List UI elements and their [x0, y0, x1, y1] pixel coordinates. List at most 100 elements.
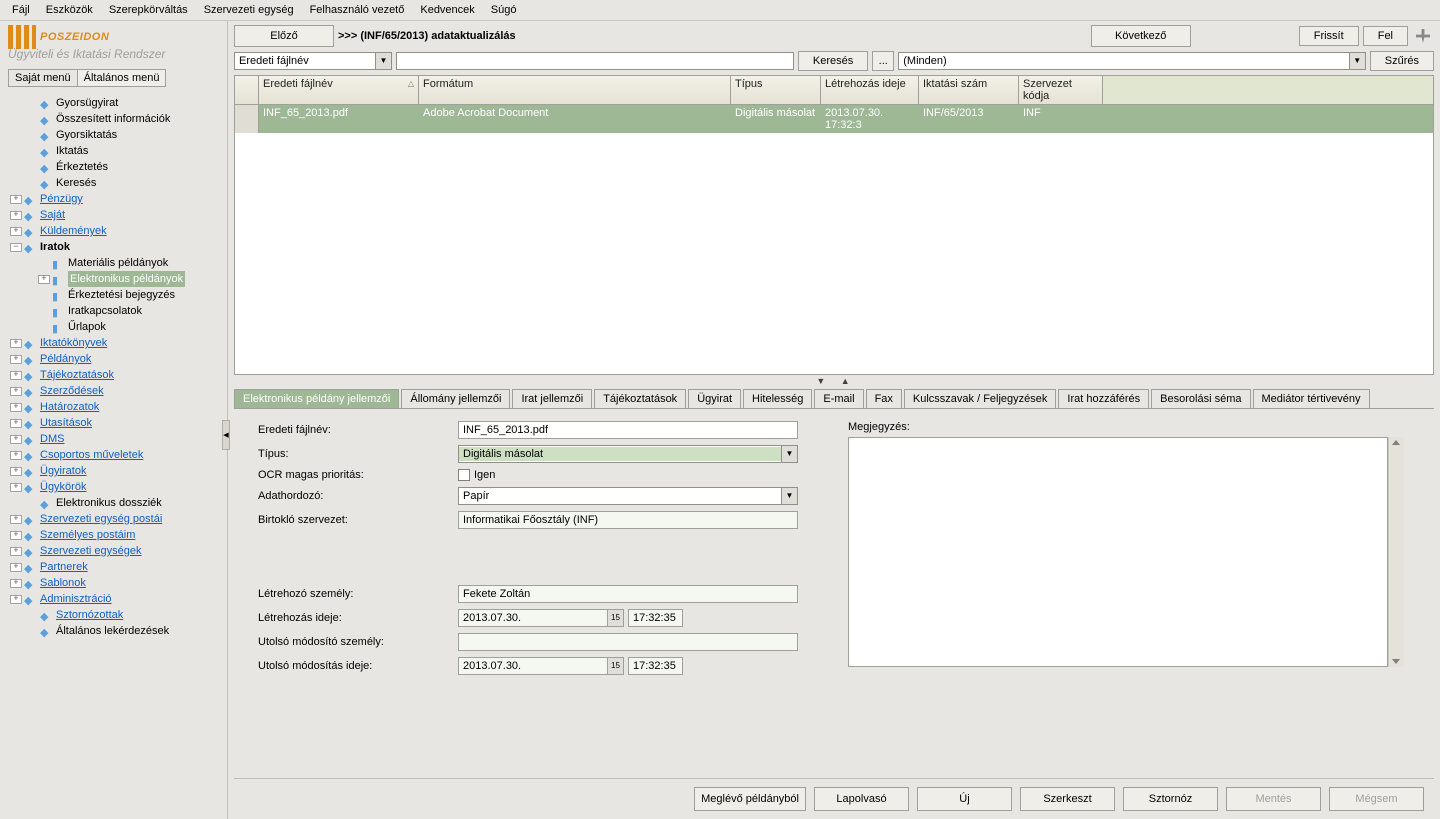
tree-item[interactable]: +◆Csoportos műveletek	[4, 447, 223, 463]
menu-userlead[interactable]: Felhasználó vezető	[302, 2, 413, 18]
tree-item[interactable]: +◆Határozatok	[4, 399, 223, 415]
tree-item[interactable]: ▮Űrlapok	[4, 319, 223, 335]
search-field-input[interactable]	[235, 53, 375, 69]
tree-item[interactable]: +◆DMS	[4, 431, 223, 447]
tree-item[interactable]: +◆Utasítások	[4, 415, 223, 431]
search-button[interactable]: Keresés	[798, 51, 868, 71]
expand-icon[interactable]: +	[10, 435, 22, 444]
tree-item[interactable]: +◆Saját	[4, 207, 223, 223]
pin-icon[interactable]	[1416, 29, 1430, 43]
menu-favorites[interactable]: Kedvencek	[412, 2, 482, 18]
tree-item[interactable]: +◆Szervezeti egységek	[4, 543, 223, 559]
expand-icon[interactable]: +	[10, 355, 22, 364]
expand-icon[interactable]: +	[10, 371, 22, 380]
calendar-icon[interactable]: 15	[608, 609, 624, 627]
tree-item[interactable]: +◆Partnerek	[4, 559, 223, 575]
detail-tab[interactable]: Kulcsszavak / Feljegyzések	[904, 389, 1057, 408]
expand-icon[interactable]: +	[10, 483, 22, 492]
new-button[interactable]: Új	[917, 787, 1012, 811]
chevron-down-icon[interactable]: ▼	[1349, 53, 1365, 69]
tree-item[interactable]: ◆Összesített információk	[4, 111, 223, 127]
expand-icon[interactable]: +	[10, 595, 22, 604]
tree-item[interactable]: ◆Érkeztetés	[4, 159, 223, 175]
expand-icon[interactable]: +	[10, 547, 22, 556]
tree-item[interactable]: ◆Gyorsiktatás	[4, 127, 223, 143]
tree-item[interactable]: +◆Iktatókönyvek	[4, 335, 223, 351]
tree-item[interactable]: +◆Szerződések	[4, 383, 223, 399]
expand-icon[interactable]: +	[10, 467, 22, 476]
expand-icon[interactable]: +	[10, 387, 22, 396]
tree-item[interactable]: +◆Szervezeti egység postái	[4, 511, 223, 527]
expand-icon[interactable]: +	[10, 563, 22, 572]
sidebar-collapse-handle[interactable]: ◀	[222, 420, 230, 450]
checkbox-ocr[interactable]	[458, 469, 470, 481]
tree-item[interactable]: +◆Adminisztráció	[4, 591, 223, 607]
calendar-icon[interactable]: 15	[608, 657, 624, 675]
tab-general-menu[interactable]: Általános menü	[77, 69, 167, 87]
detail-tab[interactable]: Besorolási séma	[1151, 389, 1250, 408]
tree-item[interactable]: ◆Keresés	[4, 175, 223, 191]
col-type[interactable]: Típus	[731, 76, 821, 104]
field-type[interactable]	[459, 447, 781, 461]
col-format[interactable]: Formátum	[419, 76, 731, 104]
field-note[interactable]	[848, 437, 1388, 667]
field-type-combo[interactable]: ▼	[458, 445, 798, 463]
refresh-button[interactable]: Frissít	[1299, 26, 1359, 46]
search-field-combo[interactable]: ▼	[234, 52, 392, 70]
detail-tab[interactable]: Elektronikus példány jellemzői	[234, 389, 399, 408]
scanner-button[interactable]: Lapolvasó	[814, 787, 909, 811]
tree-item[interactable]: +◆Tájékoztatások	[4, 367, 223, 383]
tree-item[interactable]: +▮Elektronikus példányok	[4, 271, 223, 287]
expand-icon[interactable]: +	[10, 419, 22, 428]
from-existing-button[interactable]: Meglévő példányból	[694, 787, 806, 811]
expand-icon[interactable]: +	[10, 451, 22, 460]
expand-icon[interactable]: −	[10, 243, 22, 252]
tree-item[interactable]: +◆Küldemények	[4, 223, 223, 239]
storno-button[interactable]: Sztornóz	[1123, 787, 1218, 811]
tree-item[interactable]: +◆Sablonok	[4, 575, 223, 591]
filter-combo[interactable]: ▼	[898, 52, 1365, 70]
search-more-button[interactable]: ...	[872, 51, 894, 71]
cancel-button[interactable]: Mégsem	[1329, 787, 1424, 811]
save-button[interactable]: Mentés	[1226, 787, 1321, 811]
grid-row[interactable]: INF_65_2013.pdf Adobe Acrobat Document D…	[235, 105, 1433, 133]
col-orgcode[interactable]: Szervezet kódja	[1019, 76, 1103, 104]
chevron-down-icon[interactable]: ▼	[781, 488, 797, 504]
grid-body[interactable]: INF_65_2013.pdf Adobe Acrobat Document D…	[235, 105, 1433, 374]
expand-icon[interactable]: +	[10, 227, 22, 236]
detail-tab[interactable]: Hitelesség	[743, 389, 812, 408]
expand-icon[interactable]: +	[10, 515, 22, 524]
detail-tab[interactable]: Irat jellemzői	[512, 389, 592, 408]
tree-item[interactable]: ◆Gyorsügyirat	[4, 95, 223, 111]
tree-item[interactable]: −◆Iratok	[4, 239, 223, 255]
detail-tab[interactable]: Fax	[866, 389, 902, 408]
chevron-down-icon[interactable]: ▼	[375, 53, 391, 69]
filter-input[interactable]	[899, 53, 1348, 69]
col-created[interactable]: Létrehozás ideje	[821, 76, 919, 104]
expand-icon[interactable]: +	[10, 531, 22, 540]
menu-role[interactable]: Szerepkörváltás	[101, 2, 196, 18]
detail-tab[interactable]: Tájékoztatások	[594, 389, 686, 408]
prev-button[interactable]: Előző	[234, 25, 334, 47]
tree-item[interactable]: ◆Elektronikus dossziék	[4, 495, 223, 511]
detail-tab[interactable]: E-mail	[814, 389, 863, 408]
expand-icon[interactable]: +	[10, 579, 22, 588]
tree-item[interactable]: +◆Személyes postáim	[4, 527, 223, 543]
detail-tab[interactable]: Állomány jellemzői	[401, 389, 510, 408]
detail-tab[interactable]: Ügyirat	[688, 389, 741, 408]
tree-item[interactable]: ▮Materiális példányok	[4, 255, 223, 271]
menu-help[interactable]: Súgó	[483, 2, 525, 18]
col-filename[interactable]: Eredeti fájlnév△	[259, 76, 419, 104]
menu-tools[interactable]: Eszközök	[38, 2, 101, 18]
search-query-input[interactable]	[396, 52, 794, 70]
up-button[interactable]: Fel	[1363, 26, 1408, 46]
tree-item[interactable]: +◆Pénzügy	[4, 191, 223, 207]
filter-button[interactable]: Szűrés	[1370, 51, 1434, 71]
detail-tab[interactable]: Irat hozzáférés	[1058, 389, 1149, 408]
tree-item[interactable]: +◆Ügyiratok	[4, 463, 223, 479]
expand-icon[interactable]: +	[10, 403, 22, 412]
scrollbar-vertical[interactable]	[1388, 437, 1404, 667]
tree-item[interactable]: ◆Sztornózottak	[4, 607, 223, 623]
tree-item[interactable]: ◆Iktatás	[4, 143, 223, 159]
chevron-down-icon[interactable]: ▼	[781, 446, 797, 462]
